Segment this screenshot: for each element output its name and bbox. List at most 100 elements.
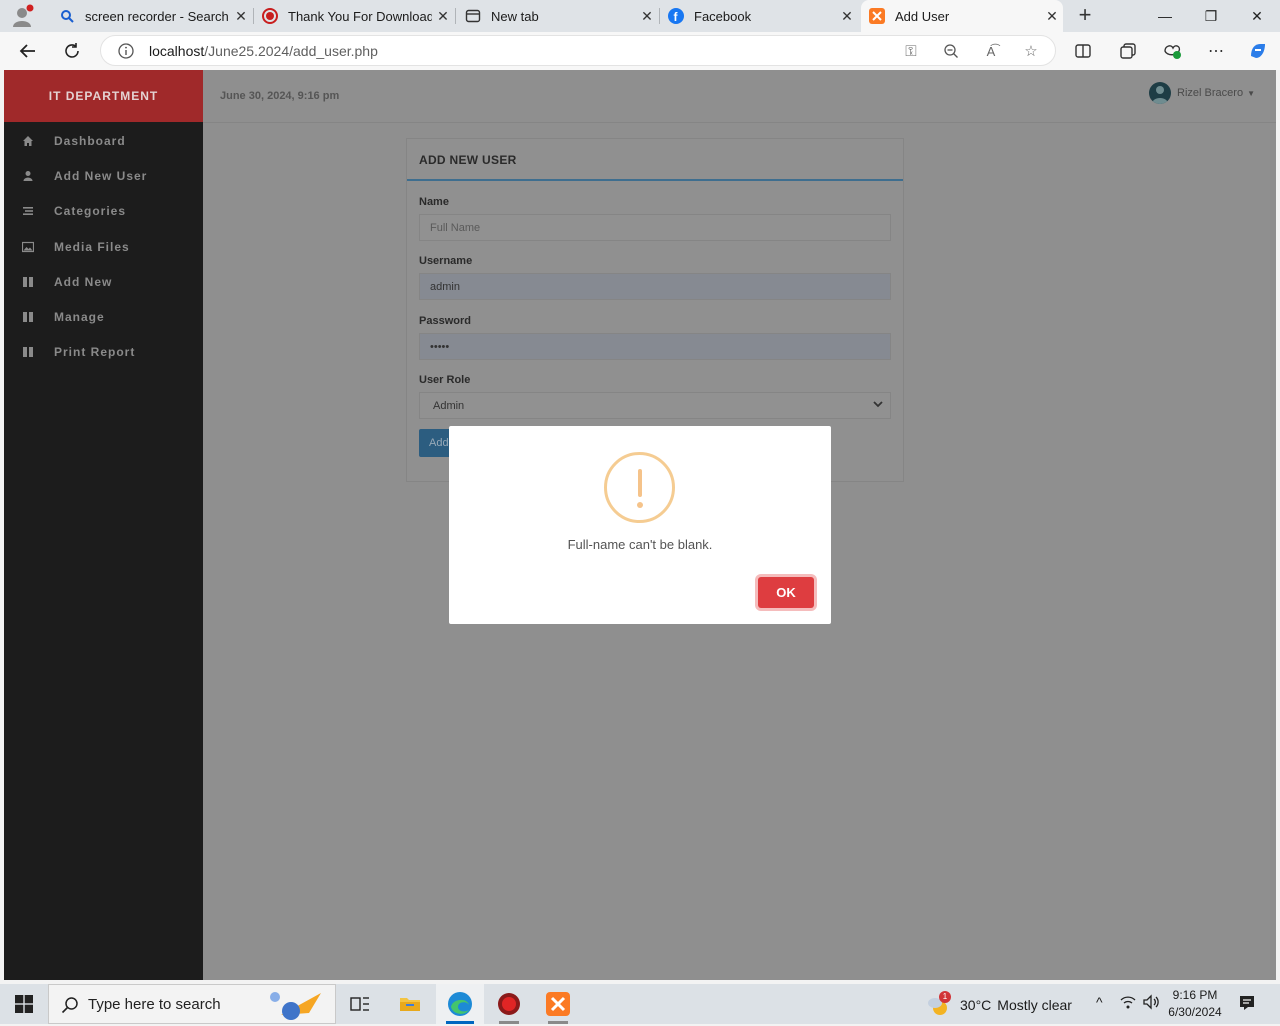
sidebar-item-media-files[interactable]: Media Files <box>4 229 203 264</box>
grid-icon <box>22 311 34 323</box>
warning-icon <box>604 452 675 523</box>
grid-icon <box>22 346 34 358</box>
chevron-up-icon[interactable]: ^ <box>1096 994 1103 1010</box>
sidebar: IT DEPARTMENT Dashboard Add New User Cat… <box>4 70 203 980</box>
notification-icon[interactable] <box>1238 994 1256 1015</box>
sidebar-item-add-new[interactable]: Add New <box>4 264 203 299</box>
top-header: June 30, 2024, 9:16 pm Rizel Bracero ▼ <box>203 70 1276 123</box>
search-placeholder: Type here to search <box>88 996 221 1013</box>
weather-widget[interactable]: 1 30°C Mostly clear <box>926 991 1072 1016</box>
password-label: Password <box>419 315 471 327</box>
new-tab-button[interactable]: + <box>1073 4 1097 28</box>
tab-label: Thank You For Downloadin <box>288 8 432 24</box>
tab-label: Add User <box>895 8 950 24</box>
refresh-button[interactable] <box>57 36 87 66</box>
key-icon[interactable]: ⚿ <box>901 41 921 61</box>
sidebar-item-categories[interactable]: Categories <box>4 193 203 228</box>
caret-down-icon: ▼ <box>1247 88 1255 98</box>
sidebar-item-label: Categories <box>54 203 127 218</box>
sidebar-item-add-new-user[interactable]: Add New User <box>4 158 203 193</box>
close-icon[interactable]: ✕ <box>636 8 658 25</box>
clock-date: 6/30/2024 <box>1168 1005 1222 1019</box>
xampp-icon[interactable] <box>534 984 582 1024</box>
clock-time: 9:16 PM <box>1172 988 1218 1002</box>
tab-separator <box>455 8 456 24</box>
ok-button[interactable]: OK <box>758 577 814 608</box>
tab-add-user[interactable]: Add User ✕ <box>861 0 1063 32</box>
taskbar-search[interactable]: Type here to search <box>48 984 336 1024</box>
xampp-icon <box>869 8 885 24</box>
copilot-icon[interactable] <box>1243 36 1273 66</box>
tab-label: Facebook <box>694 8 752 24</box>
newtab-icon <box>465 8 481 24</box>
split-screen-icon[interactable] <box>1068 36 1098 66</box>
user-menu[interactable]: Rizel Bracero ▼ <box>1149 82 1255 104</box>
start-button[interactable] <box>0 984 48 1024</box>
profile-avatar[interactable] <box>10 4 34 28</box>
user-role-value: Admin <box>433 399 465 412</box>
close-window-button[interactable]: ✕ <box>1234 0 1280 32</box>
browser-tab-strip: screen recorder - Search ✕ Thank You For… <box>0 0 1280 32</box>
tab-download[interactable]: Thank You For Downloadin ✕ <box>254 0 454 32</box>
tab-facebook[interactable]: f Facebook ✕ <box>660 0 858 32</box>
minimize-button[interactable]: — <box>1142 0 1188 32</box>
task-view-icon[interactable] <box>336 984 384 1024</box>
sidebar-item-print-report[interactable]: Print Report <box>4 334 203 369</box>
volume-icon[interactable] <box>1142 994 1160 1013</box>
sidebar-item-manage[interactable]: Manage <box>4 299 203 334</box>
panel-title: ADD NEW USER <box>419 153 517 167</box>
url-text: localhost/June25.2024/add_user.php <box>149 43 378 59</box>
tab-search[interactable]: screen recorder - Search ✕ <box>51 0 252 32</box>
record-icon <box>262 8 278 24</box>
user-name: Rizel Bracero <box>1177 87 1244 99</box>
windows-taskbar: Type here to search 1 30°C Mostly clear … <box>0 984 1280 1024</box>
warning-icon-bar <box>638 469 642 497</box>
close-icon[interactable]: ✕ <box>836 8 858 25</box>
list-icon <box>22 205 34 217</box>
password-input[interactable]: ••••• <box>419 333 891 360</box>
close-icon[interactable]: ✕ <box>1041 8 1063 25</box>
screen-recorder-icon[interactable] <box>485 984 533 1024</box>
username-label: Username <box>419 255 473 267</box>
weather-description: Mostly clear <box>997 997 1072 1013</box>
restore-button[interactable]: ❐ <box>1188 0 1234 32</box>
home-icon <box>22 135 34 147</box>
sidebar-item-label: Manage <box>54 309 105 324</box>
user-role-label: User Role <box>419 374 471 386</box>
address-bar[interactable]: localhost/June25.2024/add_user.php ⚿ A͡ … <box>100 35 1056 66</box>
collections-icon[interactable] <box>1113 36 1143 66</box>
sidebar-item-label: Add New User <box>54 168 148 183</box>
close-icon[interactable]: ✕ <box>230 8 252 25</box>
system-clock[interactable]: 9:16 PM 6/30/2024 <box>1165 987 1225 1021</box>
username-input[interactable]: admin <box>419 273 891 300</box>
user-role-select[interactable]: Admin <box>419 392 891 419</box>
extensions-icon[interactable] <box>1157 36 1187 66</box>
tab-label: screen recorder - Search <box>85 8 229 24</box>
brand-title[interactable]: IT DEPARTMENT <box>4 70 203 122</box>
tab-new-tab[interactable]: New tab ✕ <box>457 0 658 32</box>
sidebar-item-label: Dashboard <box>54 133 126 148</box>
browser-toolbar: localhost/June25.2024/add_user.php ⚿ A͡ … <box>0 32 1280 70</box>
name-label: Name <box>419 196 449 208</box>
read-aloud-icon[interactable]: A͡ <box>981 41 1001 61</box>
search-icon <box>61 996 79 1019</box>
full-name-input[interactable]: Full Name <box>419 214 891 241</box>
zoom-out-icon[interactable] <box>941 41 961 61</box>
close-icon[interactable]: ✕ <box>432 8 454 25</box>
edge-browser-icon[interactable] <box>436 984 484 1024</box>
more-menu-icon[interactable]: ⋯ <box>1201 36 1231 66</box>
user-icon <box>22 170 34 182</box>
back-button[interactable] <box>13 36 43 66</box>
sidebar-item-dashboard[interactable]: Dashboard <box>4 123 203 158</box>
wifi-icon[interactable] <box>1120 994 1136 1013</box>
url-path: /June25.2024/add_user.php <box>204 43 378 59</box>
sidebar-item-label: Add New <box>54 274 113 289</box>
weather-cloud-icon: 1 <box>926 991 951 1016</box>
favorite-star-icon[interactable]: ☆ <box>1021 41 1041 61</box>
image-icon <box>22 241 34 253</box>
panel-header: ADD NEW USER <box>407 139 903 181</box>
info-icon[interactable] <box>116 41 136 61</box>
file-explorer-icon[interactable] <box>386 984 434 1024</box>
search-highlight-icon <box>261 989 331 1026</box>
facebook-icon: f <box>668 8 684 24</box>
